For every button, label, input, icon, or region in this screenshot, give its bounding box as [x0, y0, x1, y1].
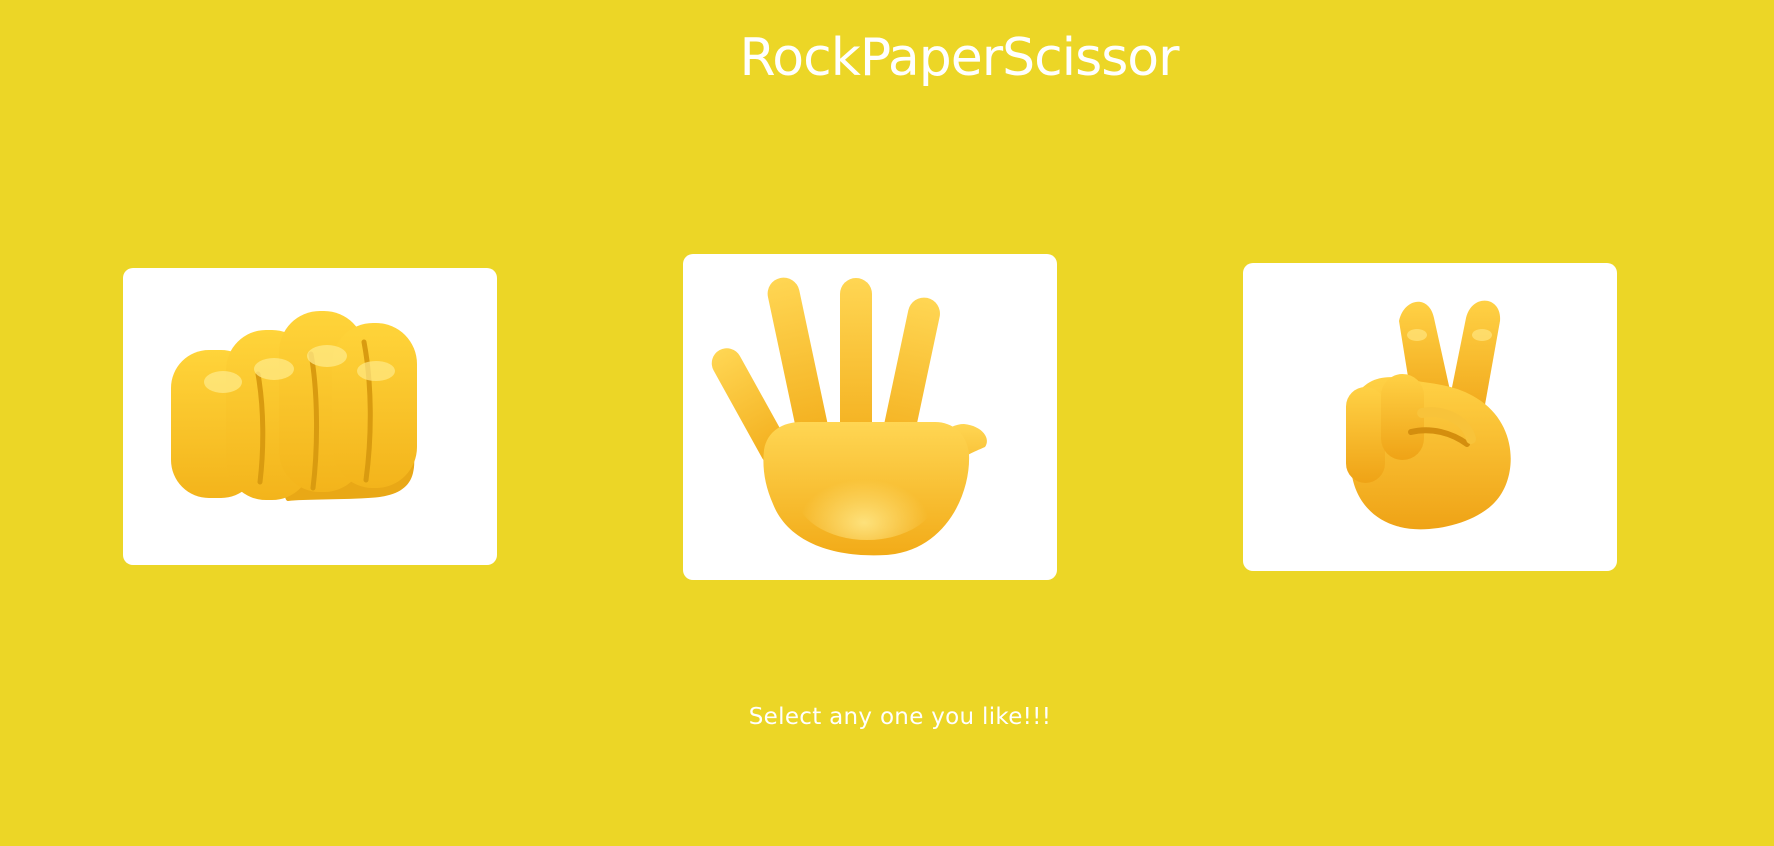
rock-button[interactable] [123, 268, 497, 565]
selection-prompt: Select any one you like!!! [748, 704, 1052, 730]
paper-button[interactable] [683, 254, 1057, 580]
scissor-button[interactable] [1243, 263, 1617, 571]
page-title: RockPaperScissor [739, 28, 1180, 88]
fist-icon [171, 311, 417, 501]
victory-hand-icon [1346, 300, 1511, 530]
raised-hand-icon [711, 277, 987, 556]
